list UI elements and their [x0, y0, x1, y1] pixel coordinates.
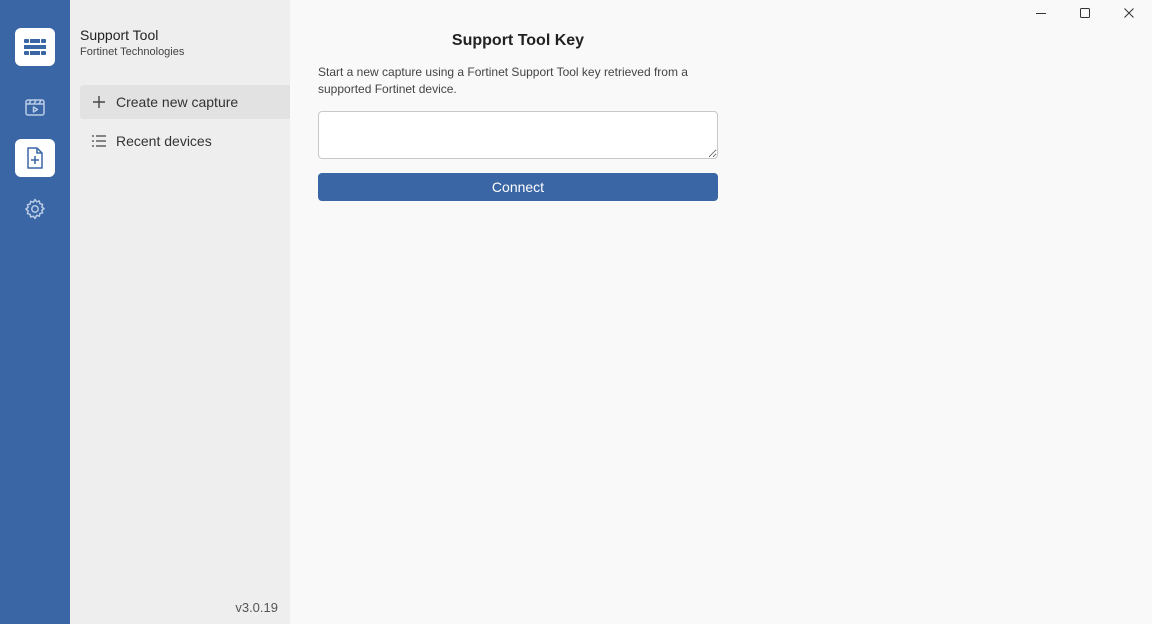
sidebar: Support Tool Fortinet Technologies Creat… — [70, 0, 290, 624]
settings-rail-button[interactable] — [15, 190, 55, 228]
minimize-button[interactable] — [1019, 0, 1063, 30]
gear-icon — [23, 197, 47, 221]
app-rail — [0, 0, 70, 624]
sidebar-item-create-new-capture[interactable]: Create new capture — [80, 85, 290, 119]
sidebar-item-label: Recent devices — [116, 133, 212, 149]
page-description: Start a new capture using a Fortinet Sup… — [318, 65, 688, 96]
file-add-icon — [24, 146, 46, 170]
close-button[interactable] — [1107, 0, 1151, 30]
new-capture-rail-button[interactable] — [15, 139, 55, 177]
maximize-icon — [1079, 6, 1091, 24]
app-title: Support Tool — [80, 27, 159, 43]
fortinet-logo-icon — [15, 28, 55, 66]
app-subtitle: Fortinet Technologies — [80, 46, 185, 58]
list-icon — [90, 132, 108, 150]
sidebar-item-label: Create new capture — [116, 94, 239, 110]
close-icon — [1123, 6, 1135, 24]
maximize-button[interactable] — [1063, 0, 1107, 30]
version-label: v3.0.19 — [235, 600, 278, 615]
captures-rail-button[interactable] — [15, 88, 55, 126]
plus-icon — [90, 93, 108, 111]
minimize-icon — [1035, 6, 1047, 24]
support-tool-key-input[interactable] — [318, 111, 718, 159]
sidebar-item-recent-devices[interactable]: Recent devices — [80, 124, 290, 158]
page-title: Support Tool Key — [451, 32, 585, 49]
connect-button[interactable]: Connect — [318, 173, 718, 201]
video-play-icon — [23, 95, 47, 119]
